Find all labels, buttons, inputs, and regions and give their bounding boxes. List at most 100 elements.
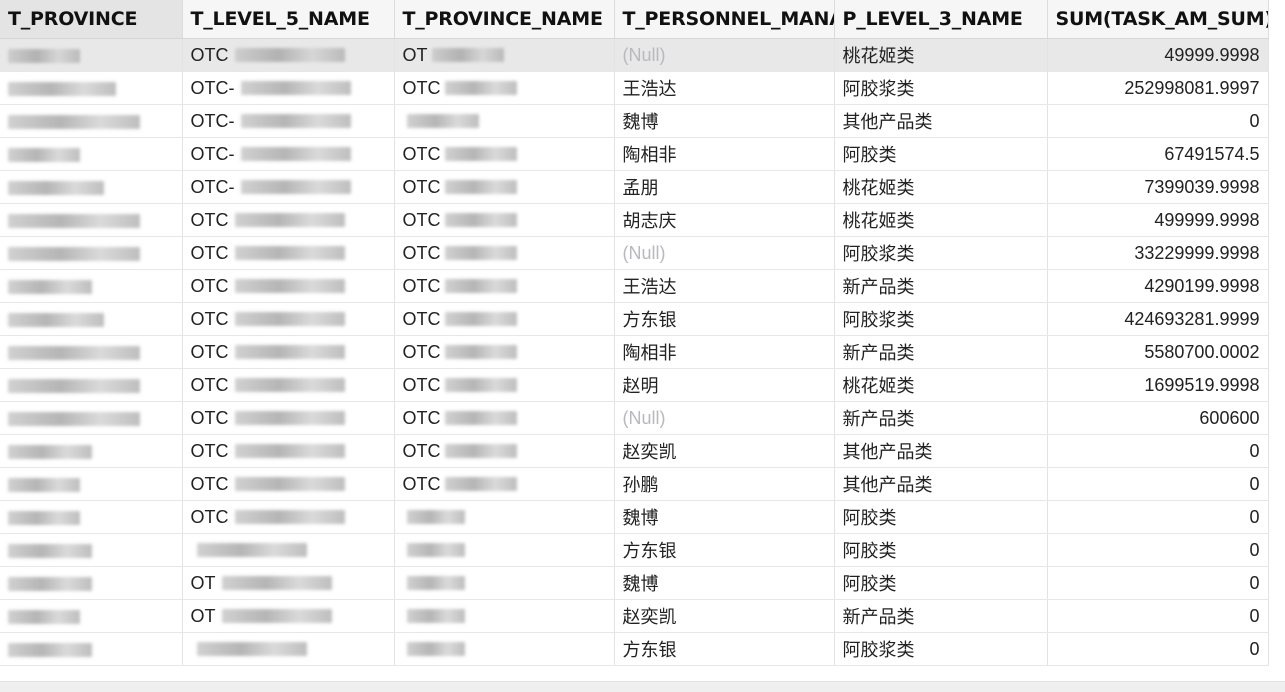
cell-t-province-name[interactable]: OTC (394, 71, 615, 105)
cell-t-personnel-mana[interactable]: 魏博 (614, 500, 835, 534)
column-header-t-level-5-name[interactable]: T_LEVEL_5_NAME (182, 0, 395, 39)
table-row[interactable]: OT 赵奕凯 新产品类 0 (0, 599, 1269, 633)
cell-sum-task-am-sum[interactable]: 0 (1047, 533, 1269, 567)
cell-t-level-5-name[interactable]: OTC (182, 269, 395, 303)
cell-t-level-5-name[interactable]: OTC (182, 302, 395, 336)
cell-t-province[interactable] (0, 632, 183, 666)
cell-sum-task-am-sum[interactable]: 0 (1047, 632, 1269, 666)
cell-t-province-name[interactable]: OTC (394, 401, 615, 435)
cell-t-province[interactable] (0, 104, 183, 138)
cell-t-level-5-name[interactable]: OTC (182, 236, 395, 270)
table-row[interactable]: OTC OTC 胡志庆 桃花姬类 499999.9998 (0, 203, 1269, 237)
cell-t-personnel-mana[interactable]: 赵奕凯 (614, 599, 835, 633)
table-row[interactable]: OTC OTC (Null) 阿胶浆类 33229999.9998 (0, 236, 1269, 270)
horizontal-scrollbar[interactable] (0, 681, 1285, 692)
cell-p-level-3-name[interactable]: 桃花姬类 (834, 38, 1048, 72)
cell-t-personnel-mana[interactable]: (Null) (614, 401, 835, 435)
cell-t-province[interactable] (0, 368, 183, 402)
cell-p-level-3-name[interactable]: 其他产品类 (834, 467, 1048, 501)
cell-t-personnel-mana[interactable]: 陶相非 (614, 335, 835, 369)
cell-sum-task-am-sum[interactable]: 49999.9998 (1047, 38, 1269, 72)
cell-t-personnel-mana[interactable]: 王浩达 (614, 71, 835, 105)
cell-t-province[interactable] (0, 71, 183, 105)
cell-p-level-3-name[interactable]: 阿胶类 (834, 137, 1048, 171)
cell-sum-task-am-sum[interactable]: 0 (1047, 599, 1269, 633)
cell-sum-task-am-sum[interactable]: 424693281.9999 (1047, 302, 1269, 336)
cell-t-personnel-mana[interactable]: (Null) (614, 236, 835, 270)
cell-t-level-5-name[interactable]: OTC (182, 401, 395, 435)
cell-p-level-3-name[interactable]: 桃花姬类 (834, 203, 1048, 237)
cell-t-province[interactable] (0, 401, 183, 435)
table-row[interactable]: OTC- OTC 孟朋 桃花姬类 7399039.9998 (0, 170, 1269, 204)
cell-p-level-3-name[interactable]: 阿胶类 (834, 533, 1048, 567)
cell-p-level-3-name[interactable]: 其他产品类 (834, 104, 1048, 138)
column-header-t-personnel-mana[interactable]: T_PERSONNEL_MANA (614, 0, 835, 39)
cell-t-province-name[interactable] (394, 632, 615, 666)
cell-sum-task-am-sum[interactable]: 4290199.9998 (1047, 269, 1269, 303)
cell-t-province[interactable] (0, 38, 183, 72)
table-row[interactable]: OT 魏博 阿胶类 0 (0, 566, 1269, 600)
cell-t-province-name[interactable]: OTC (394, 368, 615, 402)
table-row[interactable]: OTC OTC 方东银 阿胶浆类 424693281.9999 (0, 302, 1269, 336)
cell-t-level-5-name[interactable]: OTC (182, 467, 395, 501)
cell-t-level-5-name[interactable]: OT (182, 566, 395, 600)
cell-t-province[interactable] (0, 137, 183, 171)
cell-t-province-name[interactable]: OTC (394, 203, 615, 237)
column-header-sum-task-am-sum[interactable]: SUM(TASK_AM_SUM) (1047, 0, 1269, 39)
cell-t-province[interactable] (0, 236, 183, 270)
cell-t-personnel-mana[interactable]: 王浩达 (614, 269, 835, 303)
cell-t-province[interactable] (0, 566, 183, 600)
cell-p-level-3-name[interactable]: 阿胶类 (834, 500, 1048, 534)
table-row[interactable]: OTC- 魏博 其他产品类 0 (0, 104, 1269, 138)
cell-t-province-name[interactable]: OT (394, 38, 615, 72)
cell-t-province-name[interactable] (394, 533, 615, 567)
cell-t-province-name[interactable]: OTC (394, 434, 615, 468)
cell-t-province[interactable] (0, 500, 183, 534)
cell-sum-task-am-sum[interactable]: 1699519.9998 (1047, 368, 1269, 402)
cell-t-province[interactable] (0, 170, 183, 204)
cell-sum-task-am-sum[interactable]: 33229999.9998 (1047, 236, 1269, 270)
table-row[interactable]: OTC OTC 陶相非 新产品类 5580700.0002 (0, 335, 1269, 369)
cell-t-personnel-mana[interactable]: 孟朋 (614, 170, 835, 204)
cell-t-province-name[interactable]: OTC (394, 170, 615, 204)
cell-p-level-3-name[interactable]: 阿胶浆类 (834, 302, 1048, 336)
cell-sum-task-am-sum[interactable]: 252998081.9997 (1047, 71, 1269, 105)
cell-t-level-5-name[interactable]: OTC (182, 38, 395, 72)
cell-t-personnel-mana[interactable]: 方东银 (614, 302, 835, 336)
cell-t-level-5-name[interactable]: OTC (182, 203, 395, 237)
table-row[interactable]: OTC- OTC 陶相非 阿胶类 67491574.5 (0, 137, 1269, 171)
cell-p-level-3-name[interactable]: 新产品类 (834, 335, 1048, 369)
cell-t-province-name[interactable]: OTC (394, 335, 615, 369)
cell-t-personnel-mana[interactable]: 陶相非 (614, 137, 835, 171)
table-row[interactable]: OTC 魏博 阿胶类 0 (0, 500, 1269, 534)
cell-t-level-5-name[interactable] (182, 632, 395, 666)
cell-t-level-5-name[interactable]: OTC (182, 368, 395, 402)
cell-t-level-5-name[interactable]: OTC- (182, 170, 395, 204)
cell-sum-task-am-sum[interactable]: 0 (1047, 434, 1269, 468)
cell-t-personnel-mana[interactable]: 孙鹏 (614, 467, 835, 501)
cell-t-province[interactable] (0, 467, 183, 501)
cell-t-level-5-name[interactable] (182, 533, 395, 567)
cell-t-province-name[interactable]: OTC (394, 467, 615, 501)
table-row[interactable]: OTC OT (Null) 桃花姬类 49999.9998 (0, 38, 1269, 72)
cell-sum-task-am-sum[interactable]: 7399039.9998 (1047, 170, 1269, 204)
cell-t-province[interactable] (0, 269, 183, 303)
cell-sum-task-am-sum[interactable]: 5580700.0002 (1047, 335, 1269, 369)
cell-p-level-3-name[interactable]: 新产品类 (834, 269, 1048, 303)
table-row[interactable]: OTC OTC 赵明 桃花姬类 1699519.9998 (0, 368, 1269, 402)
cell-t-level-5-name[interactable]: OTC- (182, 137, 395, 171)
cell-t-level-5-name[interactable]: OTC (182, 500, 395, 534)
cell-t-province[interactable] (0, 203, 183, 237)
cell-t-province-name[interactable]: OTC (394, 269, 615, 303)
cell-t-province[interactable] (0, 434, 183, 468)
cell-p-level-3-name[interactable]: 桃花姬类 (834, 170, 1048, 204)
cell-t-level-5-name[interactable]: OTC- (182, 104, 395, 138)
cell-t-personnel-mana[interactable]: 魏博 (614, 104, 835, 138)
cell-t-personnel-mana[interactable]: 方东银 (614, 533, 835, 567)
cell-t-personnel-mana[interactable]: 方东银 (614, 632, 835, 666)
column-header-t-province-name[interactable]: T_PROVINCE_NAME (394, 0, 615, 39)
cell-sum-task-am-sum[interactable]: 499999.9998 (1047, 203, 1269, 237)
table-row[interactable]: OTC OTC 孙鹏 其他产品类 0 (0, 467, 1269, 501)
cell-p-level-3-name[interactable]: 阿胶类 (834, 566, 1048, 600)
cell-p-level-3-name[interactable]: 阿胶浆类 (834, 632, 1048, 666)
